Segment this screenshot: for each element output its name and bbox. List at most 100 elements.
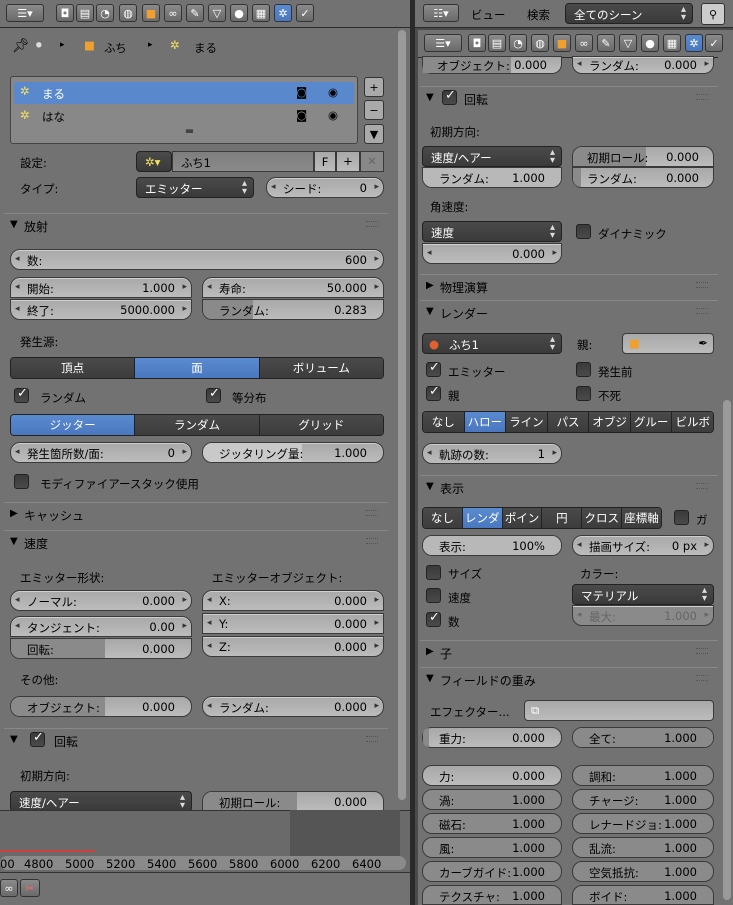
distribution-tabs[interactable]: ジッター ランダム グリッド bbox=[10, 414, 384, 436]
eye-icon[interactable]: ◉ bbox=[328, 85, 338, 99]
all-weights-slider[interactable]: 全て: 1.000 bbox=[572, 727, 714, 748]
tangent-rotation-slider[interactable]: 回転: 0.000 bbox=[10, 638, 192, 659]
render-none[interactable]: なし bbox=[423, 412, 465, 432]
type-dropdown[interactable]: エミッター ▴ ▾ bbox=[136, 177, 254, 198]
trail-count-field[interactable]: ◂ 軌跡の数: 1 ▸ bbox=[422, 443, 562, 464]
data-tab-icon[interactable]: ▽ bbox=[208, 4, 226, 22]
orientation-random-slider[interactable]: ランダム: 1.000 bbox=[422, 167, 562, 188]
draw-size-field[interactable]: ◂ 描画サイズ: 0 px ▸ bbox=[572, 535, 714, 556]
turbulence-slider[interactable]: 乱流: 1.000 bbox=[572, 837, 714, 858]
physics-tab-icon[interactable]: ✓ bbox=[705, 34, 723, 52]
object-tab-icon[interactable]: ■ bbox=[142, 4, 160, 22]
search-menu[interactable]: 検索 bbox=[527, 7, 550, 23]
dynamic-checkbox[interactable] bbox=[576, 224, 591, 239]
drag-grip-icon[interactable] bbox=[696, 675, 708, 681]
view-menu[interactable]: ビュー bbox=[471, 7, 506, 23]
add-settings-button[interactable]: + bbox=[336, 151, 360, 172]
magnetic-slider[interactable]: 磁石: 1.000 bbox=[422, 813, 562, 834]
tangent-field[interactable]: ◂ タンジェント: 0.00 ▸ bbox=[10, 616, 192, 637]
random-velocity-field-right[interactable]: ◂ ランダム: 0.000 ▸ bbox=[572, 56, 714, 74]
material-tab-icon[interactable]: ● bbox=[230, 4, 248, 22]
modifier-stack-checkbox[interactable] bbox=[14, 474, 29, 489]
gravity-slider[interactable]: 重力: 0.000 bbox=[422, 727, 562, 748]
children-panel-header[interactable]: ▶ 子 bbox=[420, 640, 718, 664]
data-tab-icon[interactable]: ▽ bbox=[619, 34, 637, 52]
roll-random-slider[interactable]: ランダム: 0.000 bbox=[572, 167, 714, 188]
emit-from-verts[interactable]: 頂点 bbox=[11, 358, 136, 378]
remove-slot-button[interactable]: − bbox=[364, 100, 384, 120]
parent-object-field[interactable]: ■ ✒ bbox=[622, 333, 714, 354]
eyedropper-icon[interactable]: ✒ bbox=[698, 336, 708, 350]
lifetime-random-slider[interactable]: ランダム: 0.283 bbox=[202, 299, 384, 320]
display-extra-checkbox[interactable] bbox=[674, 510, 689, 525]
vortex-slider[interactable]: 渦: 1.000 bbox=[422, 789, 562, 810]
color-dropdown[interactable]: マテリアル ▴ ▾ bbox=[572, 584, 714, 605]
particles-tab-icon[interactable]: ✲ bbox=[685, 34, 703, 52]
display-point[interactable]: ポイン bbox=[502, 508, 543, 528]
angular-velocity-mode-dropdown[interactable]: 速度 ▴ ▾ bbox=[422, 221, 562, 242]
rotation-panel-header-left[interactable]: ▼ 回転 bbox=[4, 728, 388, 752]
jitter-factor-slider[interactable]: ジッタリング量: 1.000 bbox=[202, 442, 384, 463]
drag-grip-icon[interactable] bbox=[366, 510, 378, 516]
resize-grip[interactable]: ═ bbox=[186, 124, 193, 138]
editor-type-icon[interactable]: ☰▾ bbox=[424, 34, 462, 52]
physics-panel-header[interactable]: ▶ 物理演算 bbox=[420, 274, 718, 298]
object-z-field[interactable]: ◂ Z: 0.000 ▸ bbox=[202, 636, 384, 657]
editor-type-icon[interactable]: ☰▾ bbox=[6, 4, 44, 22]
unlink-icon[interactable]: ✂ bbox=[20, 879, 40, 897]
outliner-editor-icon[interactable]: ☷▾ bbox=[423, 4, 459, 22]
show-size-checkbox[interactable] bbox=[426, 565, 441, 580]
emitter-checkbox[interactable] bbox=[426, 360, 441, 377]
drag-grip-icon[interactable] bbox=[696, 308, 708, 314]
constraints-tab-icon[interactable]: ∞ bbox=[164, 4, 182, 22]
object-x-field[interactable]: ◂ X: 0.000 ▸ bbox=[202, 590, 384, 611]
list-item-label[interactable]: はな bbox=[42, 109, 65, 125]
wind-slider[interactable]: 風: 1.000 bbox=[422, 837, 562, 858]
angular-velocity-field[interactable]: ◂ 0.000 ▸ bbox=[422, 243, 562, 264]
display-circle[interactable]: 円 bbox=[542, 508, 583, 528]
list-item-label[interactable]: まる bbox=[42, 86, 65, 102]
display-cross[interactable]: クロス bbox=[582, 508, 623, 528]
lifetime-field[interactable]: ◂ 寿命: 50.000 ▸ bbox=[202, 277, 384, 298]
charge-slider[interactable]: チャージ: 1.000 bbox=[572, 789, 714, 810]
parent-checkbox[interactable] bbox=[426, 384, 441, 401]
curve-guide-slider[interactable]: カーブガイド: 1.000 bbox=[422, 861, 562, 882]
render-tab-icon[interactable]: ◘ bbox=[56, 4, 74, 22]
display-panel-header[interactable]: ▼ 表示 bbox=[420, 475, 718, 499]
rotation-enable-checkbox[interactable] bbox=[442, 88, 457, 105]
initial-orientation-dropdown[interactable]: 速度/ヘアー ▴ ▾ bbox=[10, 791, 192, 812]
object-velocity-slider[interactable]: オブジェクト: 0.000 bbox=[10, 696, 192, 717]
particles-per-face-field[interactable]: ◂ 発生箇所数/面: 0 ▸ bbox=[10, 442, 192, 463]
object-velocity-slider-right[interactable]: オブジェクト: 0.000 bbox=[422, 56, 562, 74]
drag-grip-icon[interactable] bbox=[366, 221, 378, 227]
eye-icon[interactable]: ◉ bbox=[328, 108, 338, 122]
seed-field[interactable]: ◂ シード: 0 ▸ bbox=[266, 177, 384, 198]
particles-tab-icon[interactable]: ✲ bbox=[274, 4, 292, 22]
search-icon[interactable]: ⚲ bbox=[701, 3, 725, 25]
render-material-dropdown[interactable]: ふち1 ● ▴ ▾ bbox=[422, 333, 562, 354]
number-field[interactable]: ◂ 数: 600 ▸ bbox=[10, 249, 384, 270]
texture-tab-icon[interactable]: ▦ bbox=[663, 34, 681, 52]
unlink-settings-button[interactable]: ✕ bbox=[360, 151, 384, 172]
drag-grip-icon[interactable] bbox=[696, 483, 708, 489]
camera-icon[interactable]: ◙ bbox=[296, 85, 307, 99]
drag-grip-icon[interactable] bbox=[366, 538, 378, 544]
render-path[interactable]: パス bbox=[547, 412, 590, 432]
left-scrollbar[interactable] bbox=[398, 30, 406, 800]
lennard-jones-slider[interactable]: レナードジョ: 1.000 bbox=[572, 813, 714, 834]
display-axis[interactable]: 座標軸 bbox=[622, 508, 661, 528]
velocity-panel-header[interactable]: ▼ 速度 bbox=[4, 530, 388, 554]
render-billboard[interactable]: ビルボ bbox=[672, 412, 713, 432]
random-velocity-field[interactable]: ◂ ランダム: 0.000 ▸ bbox=[202, 696, 384, 717]
add-slot-button[interactable]: + bbox=[364, 77, 384, 97]
initial-roll-slider-right[interactable]: 初期ロール: 0.000 bbox=[572, 146, 714, 167]
harmonic-slider[interactable]: 調和: 1.000 bbox=[572, 765, 714, 786]
render-object[interactable]: オブジ bbox=[589, 412, 631, 432]
physics-tab-icon[interactable]: ✓ bbox=[296, 4, 314, 22]
emit-from-tabs[interactable]: 頂点 面 ボリューム bbox=[10, 357, 384, 379]
initial-roll-slider[interactable]: 初期ロール: 0.000 bbox=[202, 791, 384, 812]
scene-tab-icon[interactable]: ◔ bbox=[509, 34, 527, 52]
render-tab-icon[interactable]: ◘ bbox=[468, 34, 486, 52]
modifiers-tab-icon[interactable]: ✎ bbox=[186, 4, 204, 22]
emit-from-volume[interactable]: ボリューム bbox=[259, 358, 383, 378]
